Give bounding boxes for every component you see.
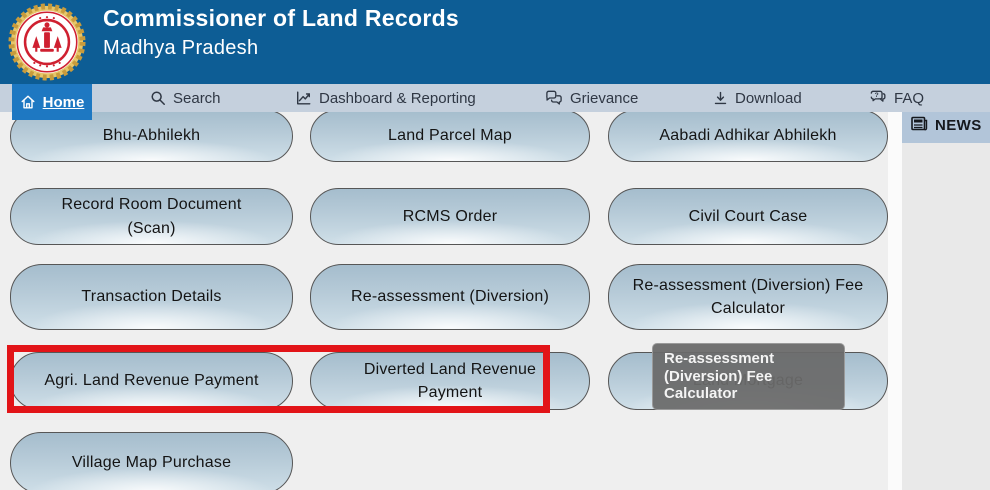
news-panel-title: NEWS bbox=[935, 117, 982, 134]
button-rcms-order[interactable]: RCMS Order bbox=[310, 188, 590, 245]
news-panel-body bbox=[902, 143, 990, 490]
button-label: Agri. Land Revenue Payment bbox=[44, 369, 258, 392]
site-header: Commissioner of Land Records Madhya Prad… bbox=[0, 0, 990, 84]
button-label: Re-assessment (Diversion) bbox=[351, 285, 549, 308]
tooltip: Re-assessment (Diversion) Fee Calculator bbox=[652, 343, 845, 410]
newspaper-icon bbox=[911, 116, 928, 135]
home-icon bbox=[20, 94, 36, 110]
news-panel-header: NEWS bbox=[902, 107, 990, 143]
nav-label: Home bbox=[43, 94, 85, 111]
button-label: Transaction Details bbox=[81, 285, 221, 308]
site-subtitle: Madhya Pradesh bbox=[103, 37, 258, 60]
search-icon bbox=[150, 90, 166, 106]
button-civil-court-case[interactable]: Civil Court Case bbox=[608, 188, 888, 245]
button-label: RCMS Order bbox=[403, 205, 497, 228]
download-icon bbox=[713, 90, 728, 106]
nav-item-dashboard-reporting[interactable]: Dashboard & Reporting bbox=[295, 84, 476, 112]
nav-item-home[interactable]: Home bbox=[12, 84, 92, 120]
button-land-parcel-map[interactable]: Land Parcel Map bbox=[310, 110, 590, 162]
button-diverted-land-revenue-payment[interactable]: Diverted Land Revenue Payment bbox=[310, 352, 590, 410]
button-aabadi-adhikar-abhilekh[interactable]: Aabadi Adhikar Abhilekh bbox=[608, 110, 888, 162]
button-record-room-document-scan[interactable]: Record Room Document (Scan) bbox=[10, 188, 293, 245]
svg-text:?: ? bbox=[875, 92, 879, 99]
nav-label: Search bbox=[173, 90, 221, 107]
button-village-map-purchase[interactable]: Village Map Purchase bbox=[10, 432, 293, 490]
faq-bubble-icon: ? bbox=[869, 90, 887, 106]
chat-bubbles-icon bbox=[545, 90, 563, 106]
button-label: Bhu-Abhilekh bbox=[103, 124, 201, 147]
nav-label: Download bbox=[735, 90, 802, 107]
button-label: Diverted Land Revenue Payment bbox=[341, 358, 559, 404]
nav-label: Dashboard & Reporting bbox=[319, 90, 476, 107]
nav-item-faq[interactable]: ? FAQ bbox=[869, 84, 924, 112]
button-transaction-details[interactable]: Transaction Details bbox=[10, 264, 293, 330]
button-label: Record Room Document (Scan) bbox=[35, 193, 268, 239]
nav-item-grievance[interactable]: Grievance bbox=[545, 84, 638, 112]
nav-label: FAQ bbox=[894, 90, 924, 107]
button-label: Land Parcel Map bbox=[388, 124, 512, 147]
page: Bhu-Abhilekh Land Parcel Map Aabadi Adhi… bbox=[0, 0, 990, 490]
nav-item-download[interactable]: Download bbox=[713, 84, 802, 112]
line-chart-icon bbox=[295, 90, 312, 106]
button-agri-land-revenue-payment[interactable]: Agri. Land Revenue Payment bbox=[10, 352, 293, 410]
button-label: Re-assessment (Diversion) Fee Calculator bbox=[621, 274, 875, 320]
button-label: Village Map Purchase bbox=[72, 451, 231, 474]
button-label: Aabadi Adhikar Abhilekh bbox=[659, 124, 836, 147]
madhya-pradesh-emblem-logo bbox=[8, 3, 86, 81]
button-reassessment-diversion-fee-calculator[interactable]: Re-assessment (Diversion) Fee Calculator bbox=[608, 264, 888, 330]
news-panel: NEWS bbox=[902, 107, 990, 490]
button-reassessment-diversion[interactable]: Re-assessment (Diversion) bbox=[310, 264, 590, 330]
nav-label: Grievance bbox=[570, 90, 638, 107]
site-title: Commissioner of Land Records bbox=[103, 5, 459, 32]
button-label: Civil Court Case bbox=[689, 205, 808, 228]
nav-item-search[interactable]: Search bbox=[150, 84, 221, 112]
sidebar-divider bbox=[888, 107, 902, 490]
main-nav: Home Search Dashboard & Reporting bbox=[0, 84, 990, 112]
